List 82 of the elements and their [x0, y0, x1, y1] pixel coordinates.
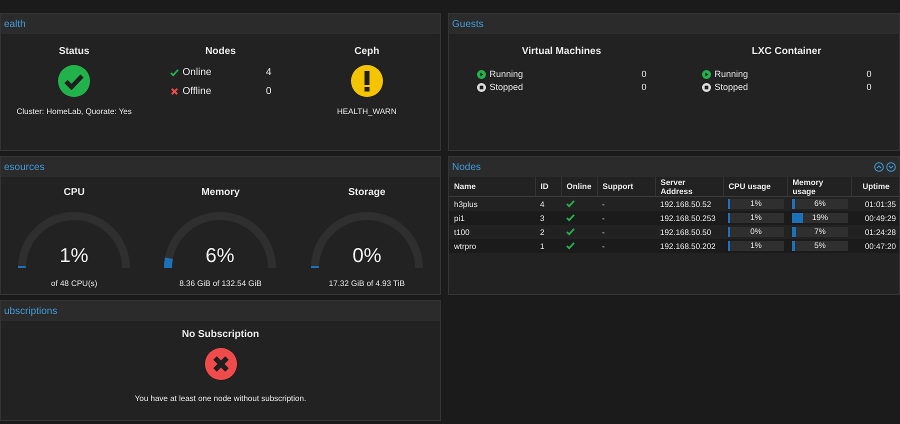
column-header[interactable]: Memory usage	[787, 177, 851, 196]
table-cell: -	[597, 225, 655, 239]
table-cell: t100	[449, 225, 535, 239]
check-circle-icon	[58, 65, 90, 97]
cross-icon	[170, 87, 179, 96]
table-cell: -	[597, 196, 655, 211]
column-header[interactable]: Online	[561, 177, 597, 196]
table-cell: 192.168.50.50	[655, 225, 723, 239]
table-cell: 3	[535, 211, 561, 225]
usage-bar: 7%	[792, 227, 848, 237]
panel-title: ubscriptions	[4, 306, 58, 316]
table-cell: 1	[535, 239, 561, 253]
gauge-caption: 8.36 GiB of 132.54 GiB	[179, 279, 262, 288]
subscription-heading: No Subscription	[182, 329, 260, 340]
node-state-label: Offline	[182, 86, 212, 97]
cluster-status-text: Cluster: HomeLab, Quorate: Yes	[16, 107, 132, 116]
table-cell: 01:01:35	[851, 196, 899, 211]
table-cell: 2	[535, 225, 561, 239]
table-cell: 192.168.50.253	[655, 211, 723, 225]
guest-group-heading: LXC Container	[752, 46, 822, 57]
nodes-heading: Nodes	[205, 46, 236, 57]
table-cell: 192.168.50.52	[655, 196, 723, 211]
table-cell: -	[597, 239, 655, 253]
ceph-heading: Ceph	[354, 46, 380, 57]
warning-circle-icon	[350, 65, 383, 97]
column-header[interactable]: CPU usage	[723, 177, 787, 196]
play-circle-icon	[702, 70, 710, 78]
guest-count: 0	[865, 82, 872, 92]
column-header[interactable]: Uptime	[851, 177, 899, 196]
usage-bar: 1%	[728, 241, 784, 251]
table-cell: h3plus	[449, 196, 535, 211]
panel-title: Nodes	[452, 162, 481, 172]
column-header[interactable]: ID	[535, 177, 561, 196]
usage-bar: 19%	[792, 213, 848, 223]
guest-count: 0	[640, 82, 646, 92]
guest-state-label: Stopped	[490, 82, 524, 92]
gauge-reading: 1%	[60, 245, 89, 267]
node-state-label: Online	[182, 67, 212, 78]
table-cell: 00:47:20	[851, 239, 899, 253]
table-cell: 00:49:29	[851, 211, 899, 225]
check-icon	[170, 68, 179, 77]
gauge-label: Memory	[201, 187, 240, 198]
usage-bar: 0%	[728, 227, 784, 237]
table-cell: -	[597, 211, 655, 225]
guest-state-label: Stopped	[714, 82, 748, 92]
guest-count: 0	[865, 69, 872, 79]
play-circle-icon	[476, 70, 486, 78]
table-cell: 01:24:28	[851, 225, 899, 239]
gauge-label: CPU	[64, 187, 85, 198]
usage-bar: 1%	[728, 199, 784, 209]
table-cell: pi1	[449, 211, 535, 225]
status-heading: Status	[58, 46, 90, 57]
usage-bar: 5%	[792, 241, 848, 251]
stop-circle-icon	[702, 82, 710, 92]
gauge-caption: 17.32 GiB of 4.93 TiB	[328, 279, 405, 288]
stop-circle-icon	[476, 82, 486, 92]
column-header[interactable]: Name	[449, 177, 535, 196]
column-header[interactable]: Support	[597, 177, 655, 196]
collapse-icon[interactable]	[874, 162, 884, 172]
gauge-label: Storage	[348, 187, 386, 198]
ceph-status-text: HEALTH_WARN	[337, 107, 397, 116]
guest-state-label: Running	[490, 69, 524, 79]
node-count: 4	[264, 67, 272, 78]
panel-title: Guests	[452, 18, 484, 30]
expand-icon[interactable]	[886, 162, 896, 172]
guest-group-heading: Virtual Machines	[522, 46, 602, 57]
gauge-reading: 6%	[206, 245, 235, 267]
gauge-caption: of 48 CPU(s)	[51, 279, 98, 288]
table-cell: 192.168.50.202	[655, 239, 723, 253]
table-cell: wtrpro	[449, 239, 535, 253]
node-count: 0	[264, 86, 272, 97]
gauge-reading: 0%	[352, 245, 382, 267]
error-circle-icon	[204, 348, 236, 380]
panel-title: ealth	[4, 18, 26, 30]
table-cell: 4	[535, 196, 561, 211]
subscription-message: You have at least one node without subscription.	[134, 394, 306, 403]
panel-title: esources	[4, 162, 45, 172]
column-header[interactable]: Server Address	[655, 177, 723, 196]
usage-bar: 1%	[728, 213, 784, 223]
usage-bar: 6%	[792, 199, 848, 209]
guest-count: 0	[640, 69, 646, 79]
guest-state-label: Running	[714, 69, 748, 79]
